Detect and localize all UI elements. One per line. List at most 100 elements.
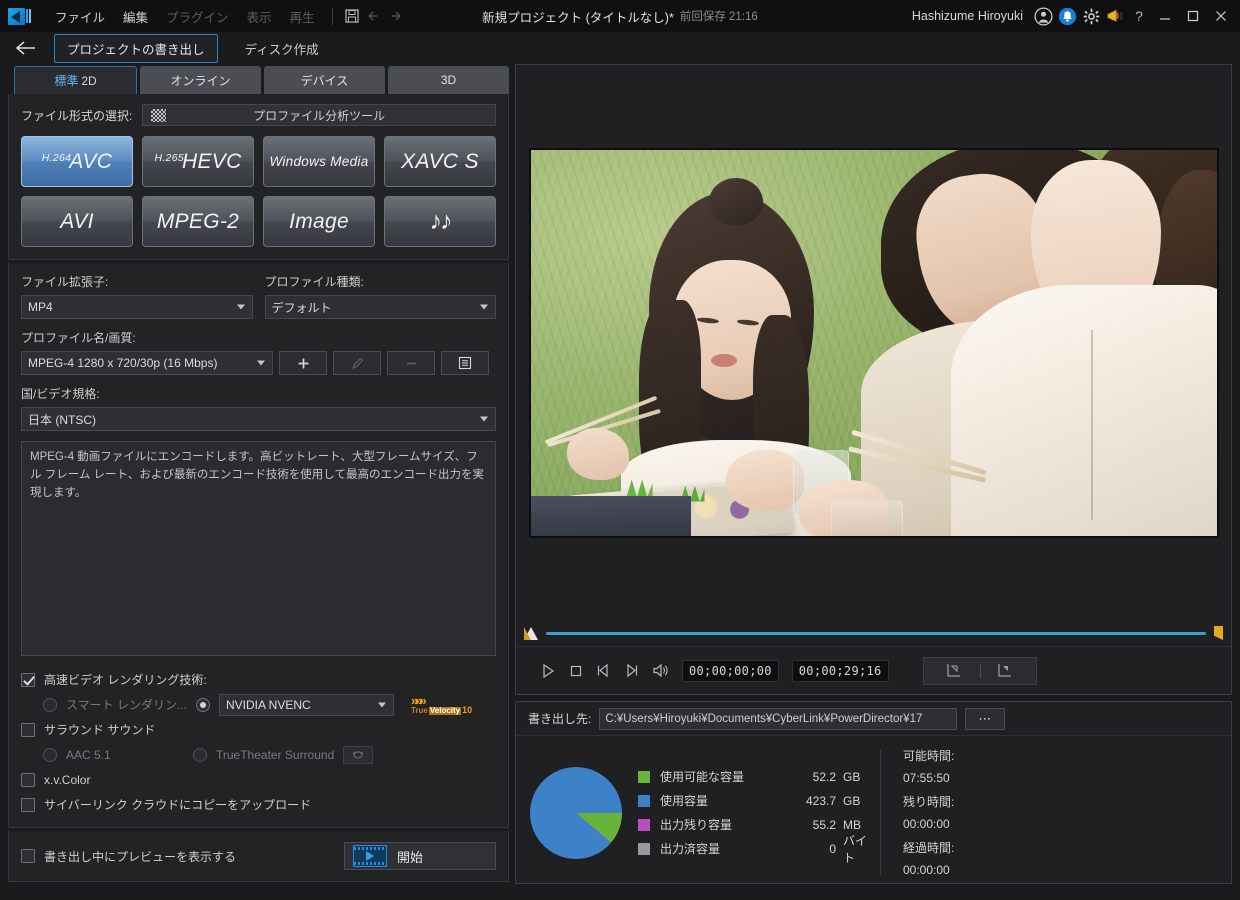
minimize-icon[interactable] [1152,3,1178,29]
available-time-value: 07:55:50 [903,771,950,785]
truetheater-label: TrueTheater Surround [216,747,335,762]
chevron-down-icon [257,360,265,366]
cloud-upload-checkbox[interactable] [21,797,35,812]
help-icon[interactable]: ? [1128,5,1150,27]
mark-in-icon[interactable] [930,661,980,680]
scrubber-row[interactable] [516,620,1231,646]
profile-quality-label: プロファイル名/画質: [21,331,136,345]
menu-view: 表示 [246,10,272,25]
volume-button[interactable] [652,663,669,678]
profile-analyzer-button[interactable]: プロファイル分析ツール [142,104,496,126]
play-button[interactable] [540,663,556,679]
encoding-options: 高速ビデオ レンダリング技術: スマート レンダリン... NVIDIA NVE… [21,667,496,817]
hw-encoder-value: NVIDIA NVENC [225,697,311,712]
chevron-down-icon [480,416,488,422]
current-timecode[interactable]: 00;00;00;00 [682,659,779,682]
legend-swatch-used [638,794,650,807]
save-icon[interactable] [341,5,363,27]
format-button-avi[interactable]: AVI [21,196,133,247]
country-select[interactable]: 日本 (NTSC) [21,407,496,431]
end-marker-icon[interactable] [1214,626,1223,640]
file-ext-select[interactable]: MP4 [21,295,253,319]
file-ext-group: ファイル拡張子: MP4 [21,273,253,319]
bell-icon[interactable] [1056,5,1078,27]
title-bar-right: Hashizume Hiroyuki ? [912,3,1234,29]
ext-type-row: ファイル拡張子: MP4 プロファイル種類: デフォルト [21,273,496,319]
next-frame-button[interactable] [624,663,639,678]
format-button-audio[interactable]: ♪♪ [384,196,496,247]
file-ext-label: ファイル拡張子: [21,275,109,289]
format-avc-sup: H.264 [41,151,72,164]
legend-label-used: 使用容量 [660,794,709,808]
playhead-marker-icon[interactable] [524,626,538,640]
country-group: 国/ビデオ規格: 日本 (NTSC) [21,385,496,431]
tab-standard-2d-label: 標準 [54,74,79,88]
disk-usage-pie-chart [530,766,622,859]
hw-encoder-select[interactable]: NVIDIA NVENC [218,693,394,716]
profile-details-button[interactable] [441,351,489,375]
tab-3d[interactable]: 3D [388,66,509,94]
start-button[interactable]: 開始 [344,842,496,870]
tab-standard-2d[interactable]: 標準 2D [14,66,137,94]
menu-file[interactable]: ファイル [46,3,114,30]
chevron-down-icon [480,304,488,310]
tab-create-disc[interactable]: ディスク作成 [232,34,332,63]
format-button-mpeg2[interactable]: MPEG-2 [142,196,254,247]
destination-path-input[interactable]: C:¥Users¥Hiroyuki¥Documents¥CyberLink¥Po… [599,707,958,730]
tab-produce-project[interactable]: プロジェクトの書き出し [54,33,218,63]
profile-quality-row: MPEG-4 1280 x 720/30p (16 Mbps) [21,351,496,375]
close-icon[interactable] [1208,3,1234,29]
profile-type-select[interactable]: デフォルト [264,295,496,319]
maximize-icon[interactable] [1180,3,1206,29]
scrubber-track[interactable] [546,631,1206,635]
truevelocity-true-text: True [410,706,428,715]
elapsed-time-label: 経過時間: [903,840,955,855]
browse-button[interactable]: ⋯ [965,707,1006,730]
hw-encoder-radio[interactable] [195,697,210,712]
truetheater-radio[interactable] [193,747,207,762]
menu-edit[interactable]: 編集 [114,3,157,30]
video-preview-image[interactable] [528,147,1219,538]
menu-plugin: プラグイン [166,10,229,25]
surround-sound-checkbox[interactable] [21,722,35,737]
format-button-grid: H.264 AVC H.265 HEVC Windows Media XAVC S … [21,136,496,247]
remaining-time-value: 00:00:00 [903,817,950,831]
legend-value-remaining: 55.2 [812,817,836,832]
gear-icon[interactable] [1080,5,1102,27]
tab-online[interactable]: オンライン [140,66,261,94]
back-arrow-icon[interactable] [12,36,40,60]
format-button-image[interactable]: Image [263,196,375,247]
megaphone-icon[interactable] [1104,5,1126,27]
profile-quality-select[interactable]: MPEG-4 1280 x 720/30p (16 Mbps) [21,351,273,375]
cloud-upload-label: サイバーリンク クラウドにコピーをアップロード [44,798,312,812]
add-profile-button[interactable] [279,351,327,375]
smart-render-radio[interactable] [43,697,57,712]
player-controls: 00;00;00;00 00;00;29;16 [516,646,1231,694]
profile-analyzer-label: プロファイル分析ツール [253,108,386,123]
chevron-down-icon [236,304,245,310]
mark-out-icon[interactable] [981,661,1031,680]
tab-device[interactable]: デバイス [264,66,385,94]
format-button-windows-media[interactable]: Windows Media [263,136,375,187]
legend-row-exported: 出力済容量 0 バイト [638,834,874,865]
fast-render-checkbox[interactable] [21,672,35,687]
previous-frame-button[interactable] [596,663,611,678]
start-section: 書き出し中にプレビューを表示する 開始 [8,831,509,882]
format-button-hevc[interactable]: H.265 HEVC [142,136,254,187]
format-button-avc[interactable]: H.264 AVC [21,136,133,187]
cloud-upload-row[interactable]: サイバーリンク クラウドにコピーをアップロード [21,792,496,817]
legend-unit-used: GB [843,793,861,808]
account-icon[interactable] [1032,5,1054,27]
chevron-down-icon [377,702,386,707]
xvcolor-checkbox[interactable] [21,772,35,787]
preview-during-export-checkbox[interactable] [21,849,35,863]
xvcolor-row[interactable]: x.v.Color [21,767,496,792]
profile-settings-section: ファイル拡張子: MP4 プロファイル種類: デフォルト プロファイル名/画質:… [8,263,509,828]
stop-button[interactable] [569,664,583,678]
total-timecode[interactable]: 00;00;29;16 [791,659,889,682]
surround-sound-row[interactable]: サラウンド サウンド [21,717,496,742]
fast-render-row[interactable]: 高速ビデオ レンダリング技術: [21,667,496,692]
aac51-radio[interactable] [43,747,57,762]
format-button-xavc-s[interactable]: XAVC S [384,136,496,187]
profile-type-group: プロファイル種類: デフォルト [264,273,496,319]
